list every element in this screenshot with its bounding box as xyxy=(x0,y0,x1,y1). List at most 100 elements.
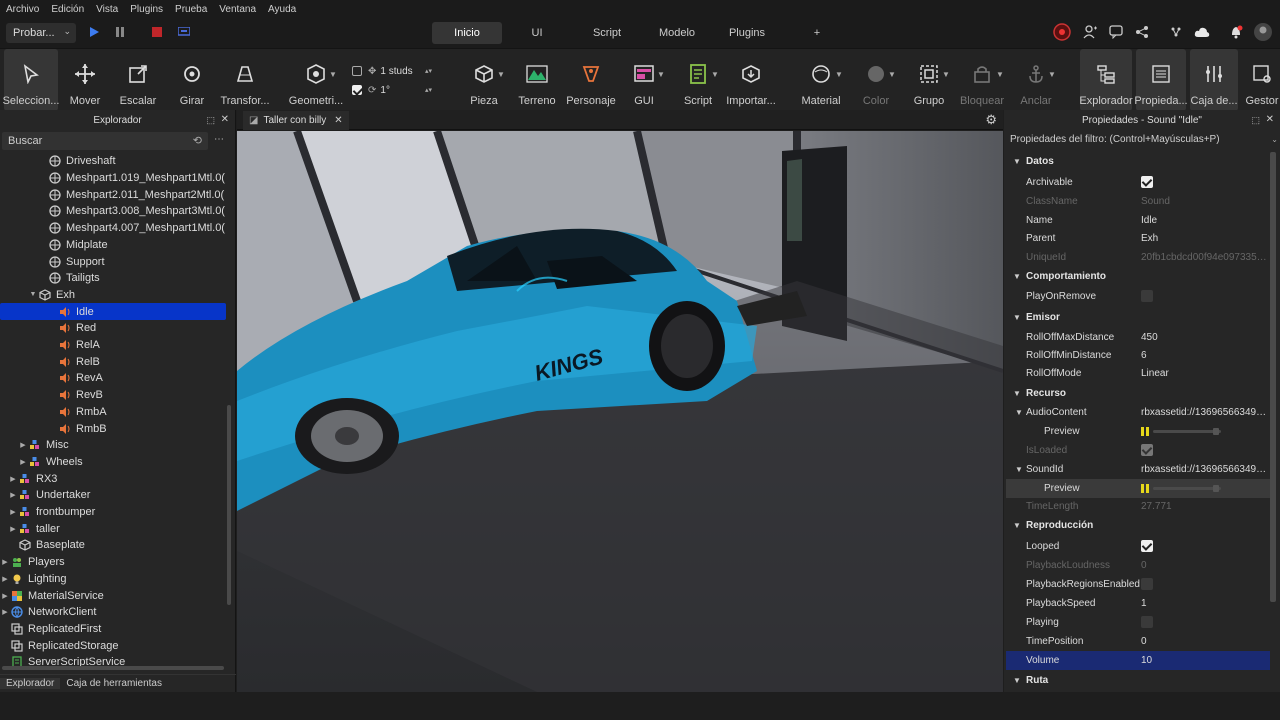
tab-2[interactable]: Script xyxy=(572,22,642,44)
collapse-arrow-icon[interactable]: ▼ xyxy=(1013,389,1021,398)
angle-snap-control[interactable]: ⟳ 1° ▴▾ xyxy=(352,82,434,98)
collapse-arrow-icon[interactable]: ▼ xyxy=(1013,313,1021,322)
tree-item-meshpart4-007-meshpart1mtl-0-[interactable]: Meshpart4.007_Meshpart1Mtl.0( xyxy=(0,220,226,237)
tree-item-rela[interactable]: RelA xyxy=(0,337,226,354)
category-recurso[interactable]: ▼ Recurso xyxy=(1006,384,1270,403)
tree-item-meshpart3-008-meshpart3mtl-0-[interactable]: Meshpart3.008_Meshpart3Mtl.0( xyxy=(0,203,226,220)
tree-item-networkclient[interactable]: ▶ NetworkClient xyxy=(0,604,226,621)
tree-item-meshpart1-019-meshpart1mtl-0-[interactable]: Meshpart1.019_Meshpart1Mtl.0( xyxy=(0,170,226,187)
tree-item-wheels[interactable]: ▶ Wheels xyxy=(0,454,226,471)
property-value[interactable]: 10 xyxy=(1141,655,1267,666)
chevron-down-icon[interactable]: ▼ xyxy=(942,70,950,79)
chevron-down-icon[interactable]: ▼ xyxy=(888,70,896,79)
property-checkbox[interactable] xyxy=(1141,176,1153,188)
tab-1[interactable]: UI xyxy=(502,22,572,44)
tree-item-rx3[interactable]: ▶ RX3 xyxy=(0,470,226,487)
properties-filter-input[interactable]: Propiedades del filtro: (Control+Mayúscu… xyxy=(1008,132,1278,148)
slider-track[interactable] xyxy=(1153,487,1221,490)
tree-item-replicatedfirst[interactable]: ReplicatedFirst xyxy=(0,621,226,638)
collapse-arrow-icon[interactable]: ▼ xyxy=(1013,157,1021,166)
studs-snap-checkbox[interactable] xyxy=(352,66,362,76)
expand-arrow-icon[interactable]: ▶ xyxy=(8,508,18,516)
stepper-icon[interactable]: ▴▾ xyxy=(425,67,432,75)
menu-item-6[interactable]: Ayuda xyxy=(262,4,302,15)
tree-item-players[interactable]: ▶ Players xyxy=(0,554,226,571)
tree-item-idle[interactable]: Idle xyxy=(0,303,226,320)
chevron-down-icon[interactable]: ▼ xyxy=(1048,70,1056,79)
expand-arrow-icon[interactable]: ▶ xyxy=(8,491,18,499)
collapse-arrow-icon[interactable]: ▼ xyxy=(1013,521,1021,530)
tree-item-tailigts[interactable]: Tailigts xyxy=(0,270,226,287)
expand-arrow-icon[interactable]: ▼ xyxy=(28,291,38,298)
property-row-timeposition[interactable]: TimePosition 0 xyxy=(1006,632,1270,651)
3d-viewport[interactable]: KINGS xyxy=(237,131,1003,692)
property-value[interactable]: 0 xyxy=(1141,636,1267,647)
pause-icon[interactable] xyxy=(1141,427,1149,436)
notification-icon[interactable] xyxy=(1228,24,1244,40)
slider-handle[interactable] xyxy=(1213,485,1219,492)
tree-item-lighting[interactable]: ▶ Lighting xyxy=(0,571,226,588)
expand-arrow-icon[interactable]: ▶ xyxy=(8,475,18,483)
tab-5[interactable]: + xyxy=(782,22,852,44)
angle-snap-checkbox[interactable] xyxy=(352,85,362,95)
share-icon[interactable] xyxy=(1134,24,1150,40)
tree-item-support[interactable]: Support xyxy=(0,253,226,270)
category-ruta[interactable]: ▼ Ruta xyxy=(1006,671,1270,690)
category-comportamiento[interactable]: ▼ Comportamiento xyxy=(1006,267,1270,286)
tree-item-driveshaft[interactable]: Driveshaft xyxy=(0,153,226,170)
property-row-parent[interactable]: Parent Exh xyxy=(1006,229,1270,248)
category-emisor[interactable]: ▼ Emisor xyxy=(1006,308,1270,327)
property-checkbox[interactable] xyxy=(1141,578,1153,590)
play-icon[interactable] xyxy=(86,24,102,40)
chevron-down-icon[interactable]: ▼ xyxy=(329,70,337,79)
studs-snap-control[interactable]: ✥ 1 studs ▴▾ xyxy=(352,63,434,79)
material-button[interactable]: Material xyxy=(798,49,844,111)
property-checkbox[interactable] xyxy=(1141,616,1153,628)
expand-arrow-icon[interactable]: ▶ xyxy=(18,458,28,466)
chevron-down-icon[interactable]: ▼ xyxy=(657,70,665,79)
chevron-down-icon[interactable]: ▼ xyxy=(996,70,1004,79)
property-row-name[interactable]: Name Idle xyxy=(1006,211,1270,230)
bottom-tab-0[interactable]: Explorador xyxy=(0,678,61,689)
property-row-preview[interactable]: Preview xyxy=(1006,479,1270,498)
tree-item-revb[interactable]: RevB xyxy=(0,387,226,404)
history-icon[interactable]: ⟲ xyxy=(193,132,202,150)
explorer-toggle-button[interactable]: Explorador xyxy=(1079,49,1133,111)
expand-arrow-icon[interactable]: ▶ xyxy=(8,525,18,533)
property-row-playonremove[interactable]: PlayOnRemove xyxy=(1006,287,1270,306)
tree-item-baseplate[interactable]: Baseplate xyxy=(0,537,226,554)
part-button[interactable]: Pieza xyxy=(462,49,506,111)
property-row-soundid[interactable]: ▼ SoundId rbxassetid://136965663496... xyxy=(1006,460,1270,479)
property-value[interactable]: rbxassetid://136965663496... xyxy=(1141,407,1267,418)
tab-3[interactable]: Modelo xyxy=(642,22,712,44)
move-tool-button[interactable]: Mover xyxy=(62,49,108,111)
add-user-icon[interactable] xyxy=(1082,24,1098,40)
tree-item-midplate[interactable]: Midplate xyxy=(0,237,226,254)
tree-item-materialservice[interactable]: ▶ MaterialService xyxy=(0,587,226,604)
tree-item-reva[interactable]: RevA xyxy=(0,370,226,387)
terrain-button[interactable]: Terreno xyxy=(514,49,560,111)
property-value[interactable]: 450 xyxy=(1141,332,1267,343)
property-value[interactable]: Idle xyxy=(1141,215,1267,226)
collaborate-icon[interactable] xyxy=(1168,24,1184,40)
character-button[interactable]: Personaje xyxy=(564,49,618,111)
property-row-isloaded[interactable]: IsLoaded xyxy=(1006,441,1270,460)
tree-item-replicatedstorage[interactable]: ReplicatedStorage xyxy=(0,637,226,654)
tab-4[interactable]: Plugins xyxy=(712,22,782,44)
place-tab[interactable]: ◪ Taller con billy ✕ xyxy=(243,111,349,130)
category-reproducción[interactable]: ▼ Reproducción xyxy=(1006,516,1270,535)
property-row-rolloffmindistance[interactable]: RollOffMinDistance 6 xyxy=(1006,346,1270,365)
expand-arrow-icon[interactable]: ▶ xyxy=(0,575,10,583)
test-mode-dropdown[interactable]: Probar... ⌄ xyxy=(6,23,76,43)
tree-item-exh[interactable]: ▼ Exh xyxy=(0,287,226,304)
client-server-icon[interactable] xyxy=(176,24,192,40)
category-datos[interactable]: ▼ Datos xyxy=(1006,152,1270,171)
transform-tool-button[interactable]: Transfor... xyxy=(220,49,270,111)
geometry-button[interactable]: Geometri... xyxy=(288,49,344,111)
property-value[interactable]: Exh xyxy=(1141,233,1267,244)
collapse-arrow-icon[interactable]: ▼ xyxy=(1013,676,1021,685)
tree-item-frontbumper[interactable]: ▶ frontbumper xyxy=(0,504,226,521)
import-button[interactable]: Importar... xyxy=(724,49,778,111)
property-row-playing[interactable]: Playing xyxy=(1006,613,1270,632)
property-row-playbackregionsenabled[interactable]: PlaybackRegionsEnabled xyxy=(1006,575,1270,594)
